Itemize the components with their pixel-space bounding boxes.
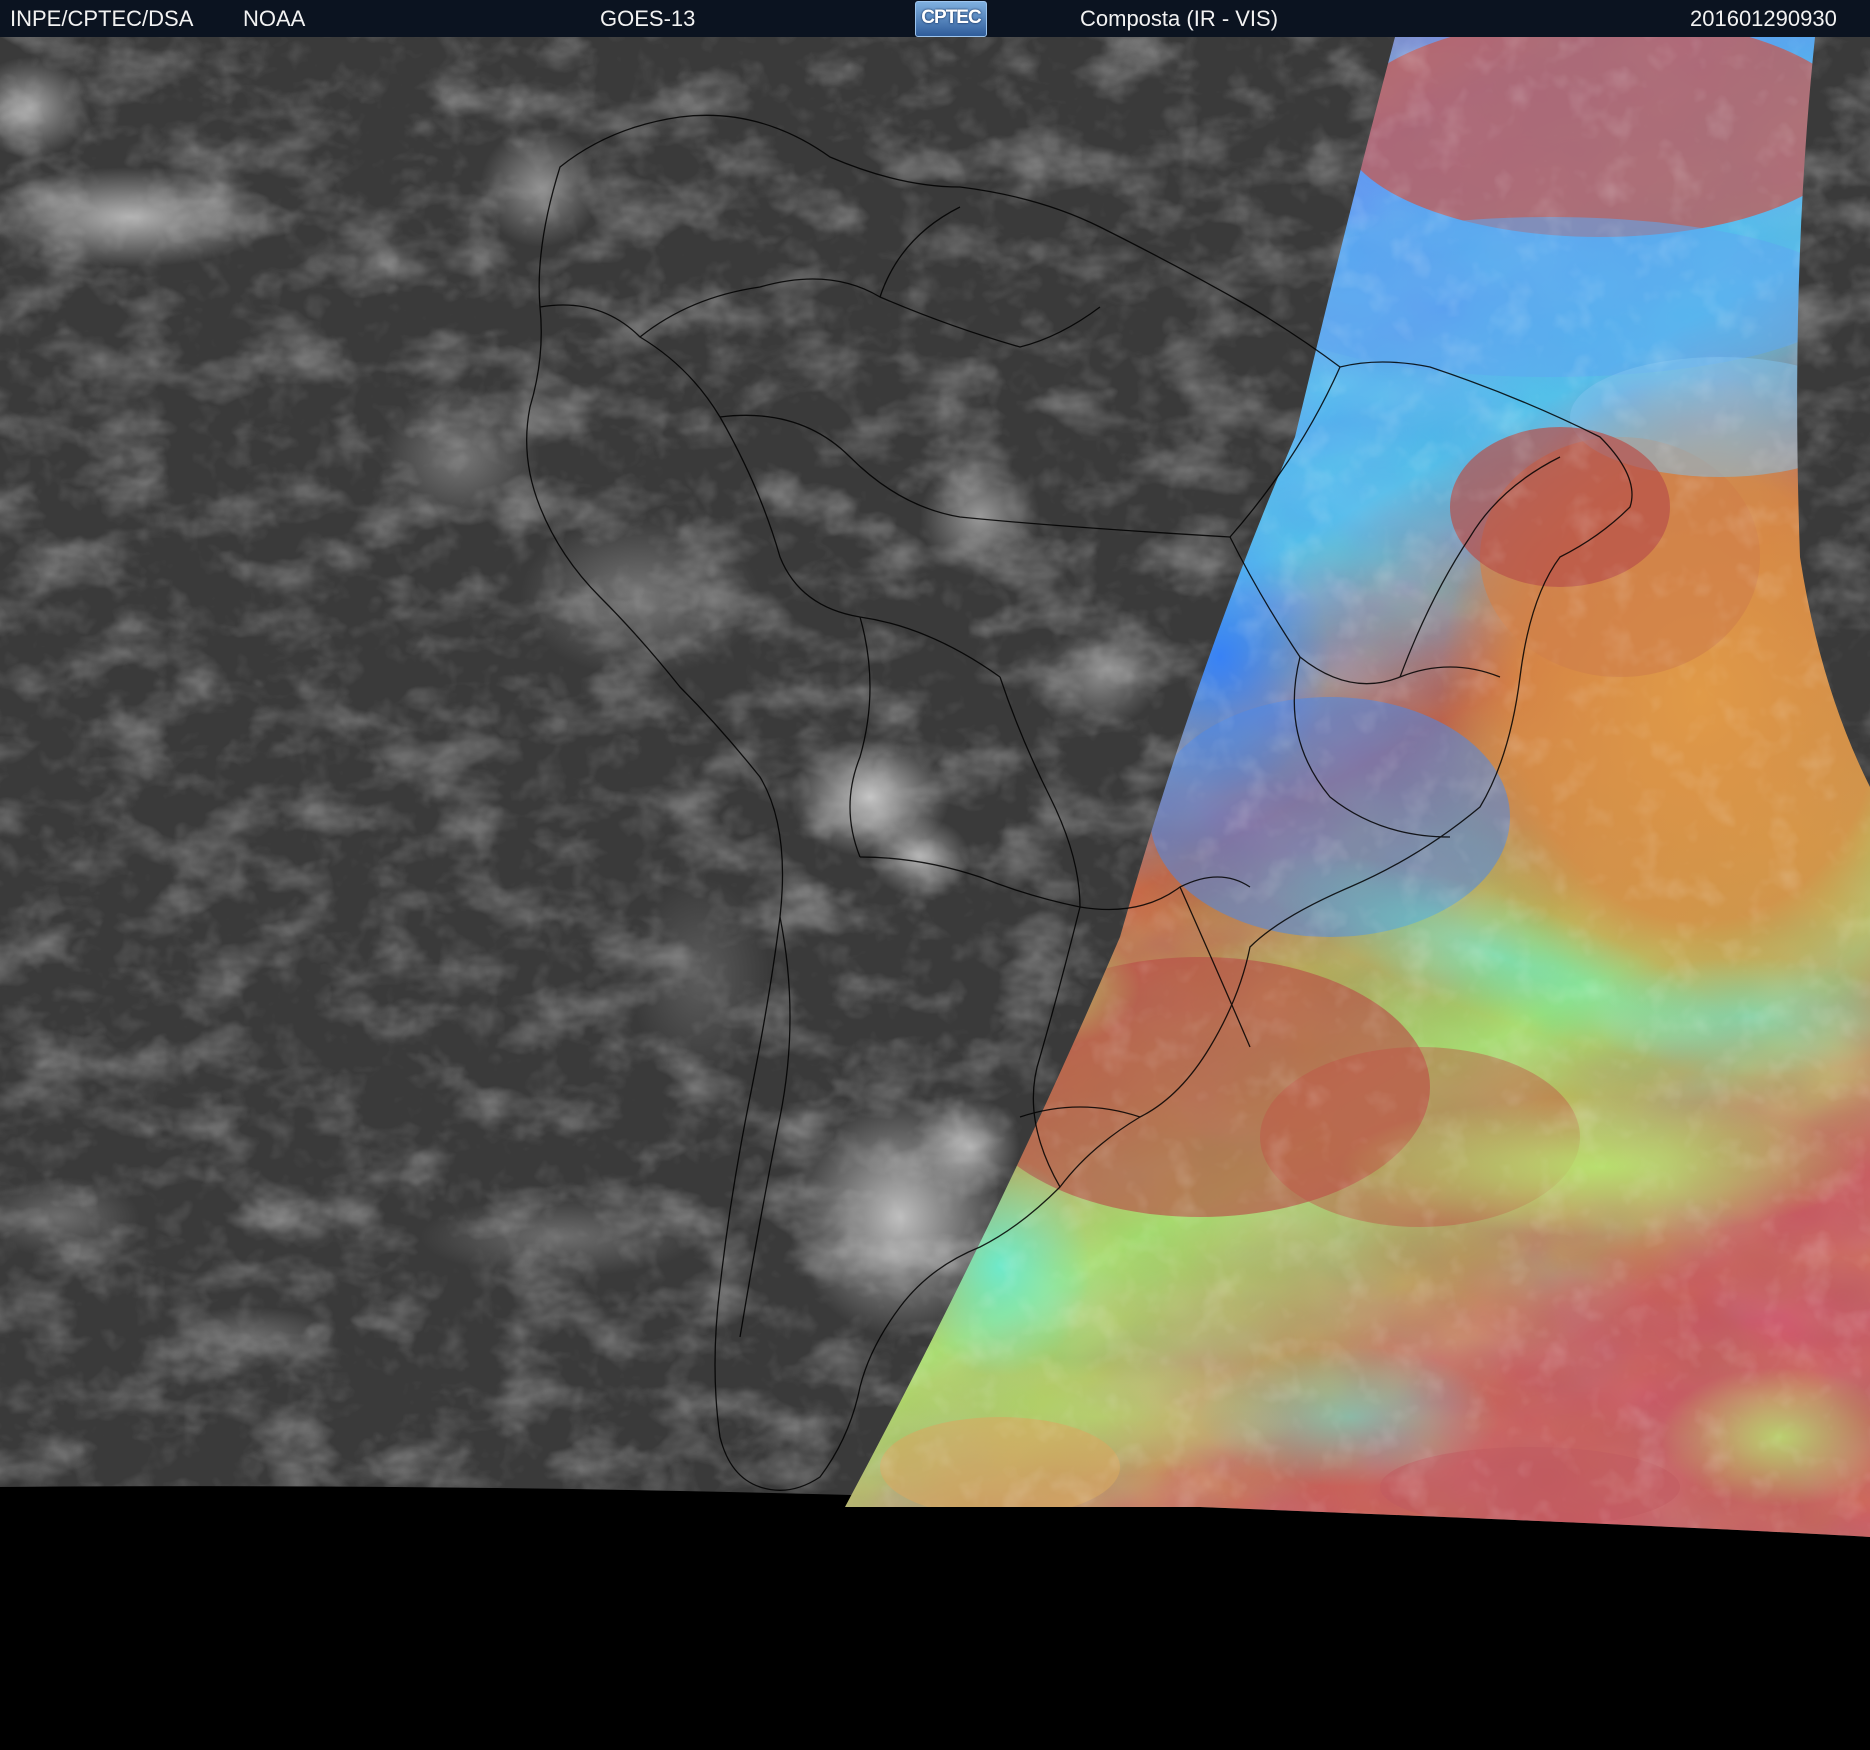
timestamp-label: 201601290930 xyxy=(1690,6,1837,31)
cptec-logo: CPTEC xyxy=(915,1,987,37)
satellite-image xyxy=(0,37,1870,1750)
satellite-label: GOES-13 xyxy=(600,6,696,31)
product-label: Composta (IR - VIS) xyxy=(1080,6,1279,31)
header-bar: INPE/CPTEC/DSA NOAA GOES-13 CPTEC Compos… xyxy=(0,0,1870,38)
provider-label: NOAA xyxy=(243,6,306,31)
agency-label: INPE/CPTEC/DSA xyxy=(10,6,194,31)
